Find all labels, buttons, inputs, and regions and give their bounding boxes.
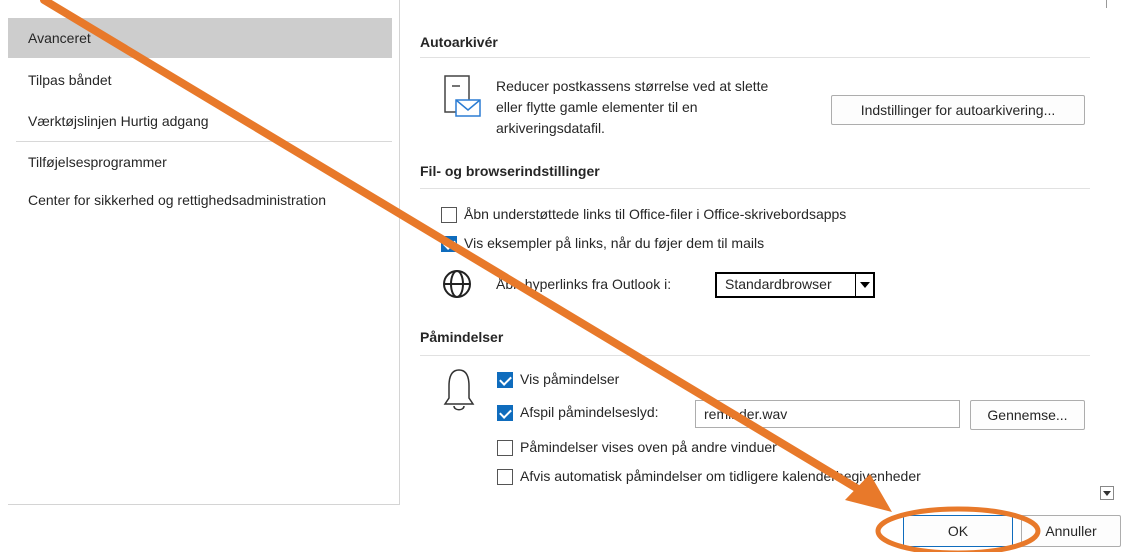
autoarchive-title: Autoarkivér: [420, 34, 498, 50]
nav-item-customize-ribbon[interactable]: Tilpas båndet: [8, 60, 392, 100]
vertical-scrollbar[interactable]: [1098, 0, 1115, 498]
chevron-down-icon: [855, 274, 873, 296]
browse-button[interactable]: Gennemse...: [970, 400, 1085, 430]
section-divider: [420, 355, 1090, 356]
show-link-previews-label: Vis eksempler på links, når du føjer dem…: [464, 235, 765, 251]
scrollbar-thumb[interactable]: [1106, 0, 1107, 8]
reminders-on-top-checkbox[interactable]: [497, 440, 513, 456]
archive-mail-icon: [444, 75, 481, 117]
nav-item-trust-center[interactable]: Center for sikkerhed og rettighedsadmini…: [8, 180, 392, 220]
scroll-down-icon[interactable]: [1100, 486, 1114, 500]
reminders-title: Påmindelser: [420, 329, 504, 345]
sound-file-value: reminder.wav: [704, 406, 788, 422]
nav-item-label: Tilpas båndet: [28, 72, 112, 88]
section-divider: [420, 188, 1090, 189]
nav-item-label: Center for sikkerhed og rettighedsadmini…: [28, 192, 327, 208]
open-hyperlinks-label: Åbn hyperlinks fra Outlook i:: [496, 276, 672, 292]
nav-item-advanced[interactable]: Avanceret: [8, 18, 392, 58]
section-divider: [420, 57, 1090, 58]
autoarchive-description-3: arkiveringsdatafil.: [496, 120, 605, 136]
file-browser-title: Fil- og browserindstillinger: [420, 163, 600, 179]
cancel-button[interactable]: Annuller: [1021, 515, 1121, 547]
nav-item-label: Værktøjslinjen Hurtig adgang: [28, 113, 209, 129]
play-sound-label: Afspil påmindelseslyd:: [520, 404, 659, 420]
nav-item-label: Avanceret: [28, 30, 91, 46]
options-nav: Avanceret Tilpas båndet Værktøjslinjen H…: [8, 0, 400, 505]
globe-icon: [443, 270, 471, 298]
open-links-office-label: Åbn understøttede links til Office-filer…: [464, 206, 847, 222]
browser-select-value: Standardbrowser: [725, 276, 832, 292]
open-links-office-checkbox[interactable]: [441, 207, 457, 223]
autoarchive-description-2: eller flytte gamle elementer til en: [496, 99, 698, 115]
show-link-previews-checkbox[interactable]: [441, 236, 457, 252]
nav-item-label: Tilføjelsesprogrammer: [28, 154, 167, 170]
show-reminders-checkbox[interactable]: [497, 372, 513, 388]
show-reminders-label: Vis påmindelser: [520, 371, 620, 387]
play-sound-checkbox[interactable]: [497, 405, 513, 421]
reminders-on-top-label: Påmindelser vises oven på andre vinduer: [520, 439, 777, 455]
sound-file-input[interactable]: reminder.wav: [695, 400, 960, 428]
nav-item-quick-access-toolbar[interactable]: Værktøjslinjen Hurtig adgang: [8, 101, 392, 141]
auto-dismiss-checkbox[interactable]: [497, 469, 513, 485]
autoarchive-description-1: Reducer postkassens størrelse ved at sle…: [496, 78, 769, 94]
autoarchive-settings-button[interactable]: Indstillinger for autoarkivering...: [831, 95, 1085, 125]
browser-select[interactable]: Standardbrowser: [715, 272, 875, 298]
nav-item-add-ins[interactable]: Tilføjelsesprogrammer: [8, 142, 392, 182]
auto-dismiss-label: Afvis automatisk påmindelser om tidliger…: [520, 468, 921, 484]
bell-icon: [443, 369, 475, 411]
ok-button[interactable]: OK: [903, 515, 1013, 547]
